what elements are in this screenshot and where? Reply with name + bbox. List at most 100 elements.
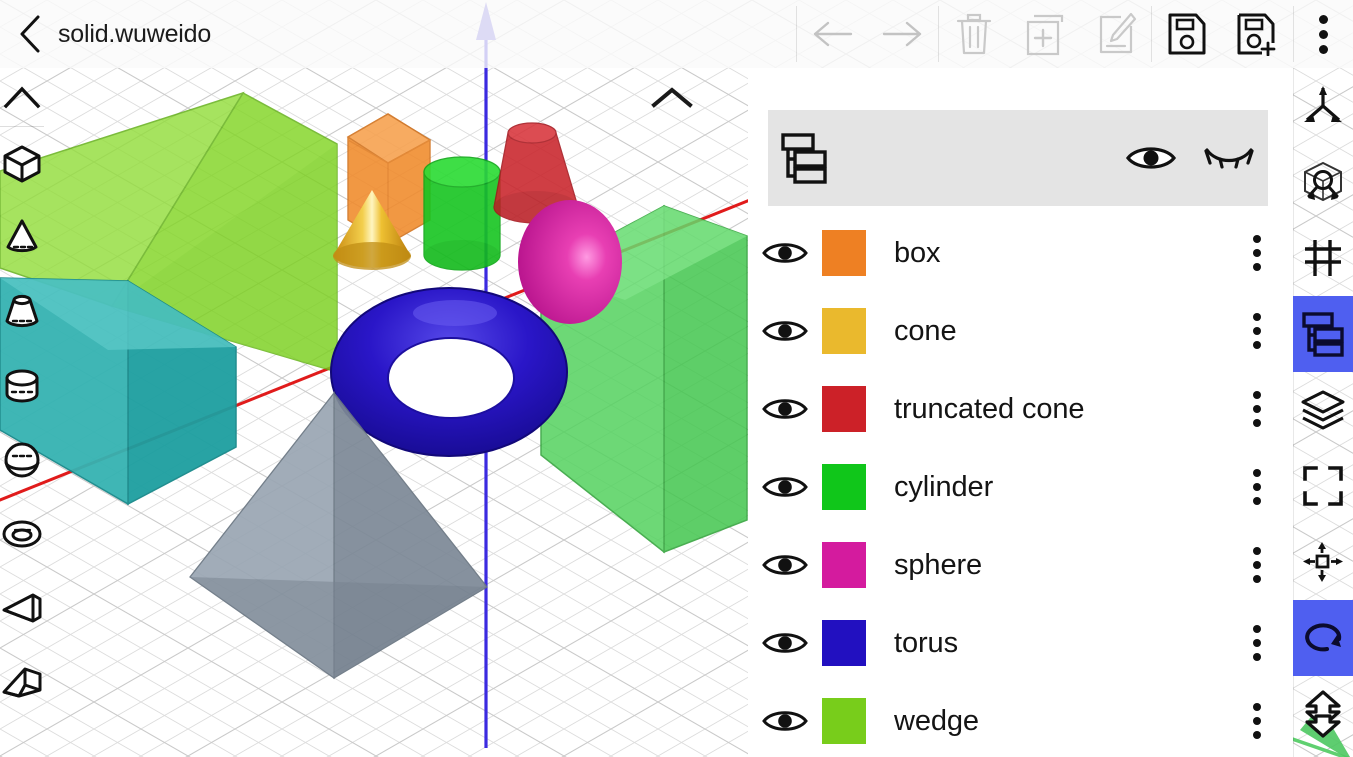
primitive-wedge-button[interactable] <box>0 571 44 645</box>
eye-open-icon <box>762 477 808 497</box>
save-as-button[interactable] <box>1222 0 1293 68</box>
list-item[interactable]: cone <box>748 292 1293 370</box>
item-label: truncated cone <box>894 392 1085 425</box>
item-menu-button[interactable] <box>1221 526 1293 604</box>
chevron-up-icon <box>3 86 41 109</box>
three-dots-vertical-icon <box>1253 313 1261 349</box>
item-visibility-toggle[interactable] <box>748 526 822 604</box>
save-button[interactable] <box>1151 0 1222 68</box>
item-visibility-toggle[interactable] <box>748 370 822 448</box>
redo-button[interactable] <box>867 0 938 68</box>
cone-icon <box>6 219 38 253</box>
layers-button[interactable] <box>1293 372 1353 448</box>
chevron-left-icon <box>20 15 40 53</box>
eye-open-icon <box>1125 147 1177 169</box>
item-menu-button[interactable] <box>1221 292 1293 370</box>
truncated-cone-icon <box>5 294 39 328</box>
rotate-tool-button[interactable] <box>1293 600 1353 676</box>
wedge-prism-icon <box>2 667 42 698</box>
item-color-swatch[interactable] <box>822 308 866 354</box>
primitive-cylinder-button[interactable] <box>0 349 44 423</box>
item-menu-button[interactable] <box>1221 214 1293 292</box>
item-menu-button[interactable] <box>1221 448 1293 526</box>
item-color-swatch[interactable] <box>822 386 866 432</box>
duplicate-button[interactable] <box>1009 0 1080 68</box>
three-dots-vertical-icon <box>1253 235 1261 271</box>
list-item[interactable]: torus <box>748 604 1293 682</box>
item-color-swatch[interactable] <box>822 620 866 666</box>
move-arrows-icon <box>1303 542 1343 582</box>
cylinder-green <box>423 156 501 271</box>
pencil-edit-icon <box>1099 12 1136 54</box>
item-visibility-toggle[interactable] <box>748 214 822 292</box>
object-panel-header <box>768 110 1268 206</box>
tree-list-icon <box>781 133 827 184</box>
item-visibility-toggle[interactable] <box>748 448 822 526</box>
list-item[interactable]: box <box>748 214 1293 292</box>
item-menu-button[interactable] <box>1221 370 1293 448</box>
item-label: cone <box>894 314 957 347</box>
primitive-torus-button[interactable] <box>0 497 44 571</box>
arrow-right-icon <box>882 21 921 47</box>
trash-icon <box>956 13 991 55</box>
app-header: solid.wuweido <box>0 0 1353 68</box>
primitive-truncated-cone-button[interactable] <box>0 275 44 349</box>
primitive-wedge-prism-button[interactable] <box>0 645 44 719</box>
fit-to-screen-button[interactable] <box>1293 448 1353 524</box>
show-all-button[interactable] <box>1112 110 1190 206</box>
grid-toggle-button[interactable] <box>1293 220 1353 296</box>
rotate-icon <box>1305 623 1342 652</box>
box-icon <box>3 145 41 183</box>
viewport-collapse-chevron-icon[interactable] <box>651 85 693 114</box>
primitive-sphere-button[interactable] <box>0 423 44 497</box>
item-color-swatch[interactable] <box>822 698 866 744</box>
three-dots-vertical-icon <box>1253 469 1261 505</box>
three-dots-vertical-icon <box>1253 391 1261 427</box>
arrow-left-icon <box>813 21 852 47</box>
list-item[interactable]: cylinder <box>748 448 1293 526</box>
view-cube-button[interactable] <box>1293 144 1353 220</box>
item-label: torus <box>894 626 958 659</box>
eye-open-icon <box>762 711 808 731</box>
delete-button[interactable] <box>938 0 1009 68</box>
object-tree-toggle-button[interactable] <box>768 130 842 186</box>
axes-toggle-button[interactable] <box>1293 68 1353 144</box>
eye-open-icon <box>762 399 808 419</box>
back-button[interactable] <box>8 10 52 58</box>
primitive-box-button[interactable] <box>0 127 44 201</box>
primitive-cone-button[interactable] <box>0 201 44 275</box>
overflow-menu-button[interactable] <box>1293 0 1353 68</box>
item-menu-button[interactable] <box>1221 682 1293 757</box>
undo-button[interactable] <box>796 0 867 68</box>
object-tree-button[interactable] <box>1293 296 1353 372</box>
floppy-disk-plus-icon <box>1237 13 1275 56</box>
item-visibility-toggle[interactable] <box>748 604 822 682</box>
torus-blue <box>330 287 568 457</box>
mirror-tool-button[interactable] <box>1293 676 1353 752</box>
three-dots-vertical-icon <box>1253 625 1261 661</box>
move-tool-button[interactable] <box>1293 524 1353 600</box>
item-label: box <box>894 236 941 269</box>
hide-all-button[interactable] <box>1190 110 1268 206</box>
item-visibility-toggle[interactable] <box>748 292 822 370</box>
list-item[interactable]: sphere <box>748 526 1293 604</box>
item-visibility-toggle[interactable] <box>748 682 822 757</box>
item-menu-button[interactable] <box>1221 604 1293 682</box>
list-item[interactable]: truncated cone <box>748 370 1293 448</box>
document-title: solid.wuweido <box>58 19 212 48</box>
tree-list-icon <box>1302 312 1344 357</box>
eye-open-icon <box>762 321 808 341</box>
copy-plus-icon <box>1026 14 1063 56</box>
flip-mirror-icon <box>1305 690 1341 738</box>
left-toolbar-collapse-button[interactable] <box>0 68 44 126</box>
three-dots-vertical-icon <box>1253 547 1261 583</box>
item-color-swatch[interactable] <box>822 230 866 276</box>
wedge-icon <box>2 593 42 623</box>
object-tree-panel: box cone truncated cone cylinder sphere … <box>748 68 1293 757</box>
item-color-swatch[interactable] <box>822 464 866 510</box>
sphere-icon <box>4 442 40 478</box>
eye-open-icon <box>762 243 808 263</box>
item-color-swatch[interactable] <box>822 542 866 588</box>
edit-button[interactable] <box>1080 0 1151 68</box>
list-item[interactable]: wedge <box>748 682 1293 757</box>
